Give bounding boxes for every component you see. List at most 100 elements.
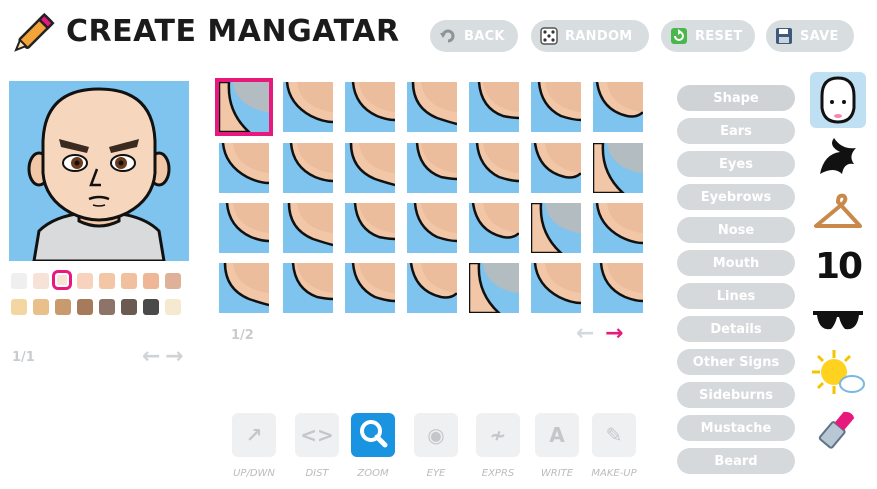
write-button[interactable]: A [535,413,579,457]
number-ten-icon[interactable]: 10 [810,238,866,294]
makeup-button[interactable]: ✎ [592,413,636,457]
shape-option-tile[interactable] [469,143,519,193]
shape-option-tile[interactable] [345,203,395,253]
tool-label: EYE [426,468,446,479]
back-button[interactable]: BACK [430,20,518,52]
shape-option-tile[interactable] [469,203,519,253]
shape-option-tile[interactable] [345,82,395,132]
shape-option-tile[interactable] [593,143,643,193]
shape-option-tile[interactable] [407,263,457,313]
shape-option-tile[interactable] [283,143,333,193]
skin-swatch[interactable] [99,273,115,289]
back-arrow-icon [438,26,458,46]
skin-swatch[interactable] [33,273,49,289]
skin-swatch[interactable] [121,273,137,289]
category-other-signs[interactable]: Other Signs [677,349,795,375]
distance-icon: <> [300,423,334,447]
skin-swatch[interactable] [77,299,93,315]
avatar-prev-arrow-icon[interactable]: ← [142,346,160,368]
category-ears[interactable]: Ears [677,118,795,144]
category-label: Beard [714,453,758,469]
shape-option-tile[interactable] [593,263,643,313]
skin-swatch[interactable] [77,273,93,289]
sunglasses-icon[interactable] [810,292,866,348]
shape-option-tile[interactable] [283,263,333,313]
category-label: Mouth [712,255,760,271]
skin-swatch[interactable] [55,273,69,287]
shape-option-tile[interactable] [283,203,333,253]
tool-label: DIST [305,468,329,479]
category-nose[interactable]: Nose [677,217,795,243]
category-label: Sideburns [699,387,773,403]
skin-swatch[interactable] [99,299,115,315]
category-beard[interactable]: Beard [677,448,795,474]
grid-pager: 1/2 [231,328,254,343]
reset-label: RESET [695,28,743,44]
back-label: BACK [464,28,505,44]
grid-next-arrow-icon[interactable]: → [605,323,623,345]
grid-prev-arrow-icon[interactable]: ← [576,323,594,345]
shape-option-tile[interactable] [219,263,269,313]
floppy-disk-icon [774,26,794,46]
category-details[interactable]: Details [677,316,795,342]
reset-button[interactable]: RESET [661,20,755,52]
category-eyebrows[interactable]: Eyebrows [677,184,795,210]
save-button[interactable]: SAVE [766,20,854,52]
shape-option-tile[interactable] [531,203,581,253]
up-down-button[interactable]: ↗ [232,413,276,457]
shape-option-tile[interactable] [469,263,519,313]
shape-option-tile[interactable] [283,82,333,132]
shape-option-tile[interactable] [593,82,643,132]
hair-icon[interactable] [810,130,866,186]
shape-option-tile[interactable] [469,82,519,132]
category-mouth[interactable]: Mouth [677,250,795,276]
shape-option-tile[interactable] [407,143,457,193]
shape-option-tile[interactable] [407,82,457,132]
skin-swatch[interactable] [33,299,49,315]
eye-button[interactable]: ◉ [414,413,458,457]
category-label: Nose [717,222,755,238]
skin-swatch[interactable] [165,273,181,289]
category-shape[interactable]: Shape [677,85,795,111]
category-lines[interactable]: Lines [677,283,795,309]
category-sideburns[interactable]: Sideburns [677,382,795,408]
distance-button[interactable]: <> [295,413,339,457]
skin-swatch[interactable] [11,273,27,289]
skin-swatch[interactable] [121,299,137,315]
face-shape-icon[interactable] [810,72,866,128]
shape-option-tile[interactable] [345,263,395,313]
lipstick-icon[interactable] [810,400,866,456]
random-label: RANDOM [565,28,633,44]
shape-option-tile[interactable] [345,143,395,193]
random-button[interactable]: RANDOM [531,20,649,52]
shape-option-tile[interactable] [531,263,581,313]
category-label: Ears [720,123,752,139]
avatar-next-arrow-icon[interactable]: → [165,346,183,368]
category-label: Eyes [719,156,753,172]
zoom-button[interactable] [351,413,395,457]
reset-icon [669,26,689,46]
category-label: Shape [713,90,759,106]
category-mustache[interactable]: Mustache [677,415,795,441]
category-eyes[interactable]: Eyes [677,151,795,177]
shape-option-tile[interactable] [219,203,269,253]
shape-option-tile[interactable] [219,143,269,193]
shape-option-tile[interactable] [531,143,581,193]
skin-swatch[interactable] [165,299,181,315]
shape-option-tile[interactable] [215,78,273,136]
skin-swatch[interactable] [11,299,27,315]
tool-label: WRITE [540,468,574,479]
weather-sun-icon[interactable] [810,346,866,402]
shape-option-tile[interactable] [593,203,643,253]
expression-button[interactable]: ≁ [476,413,520,457]
skin-swatch[interactable] [143,273,159,289]
makeup-icon: ✎ [605,423,623,447]
shape-option-tile[interactable] [531,82,581,132]
skin-swatch[interactable] [55,299,71,315]
shape-option-tile[interactable] [407,203,457,253]
category-label: Other Signs [692,354,780,370]
category-label: Eyebrows [700,189,772,205]
skin-swatch[interactable] [143,299,159,315]
clothes-hanger-icon[interactable] [810,186,866,242]
tool-label: ZOOM [357,468,389,479]
